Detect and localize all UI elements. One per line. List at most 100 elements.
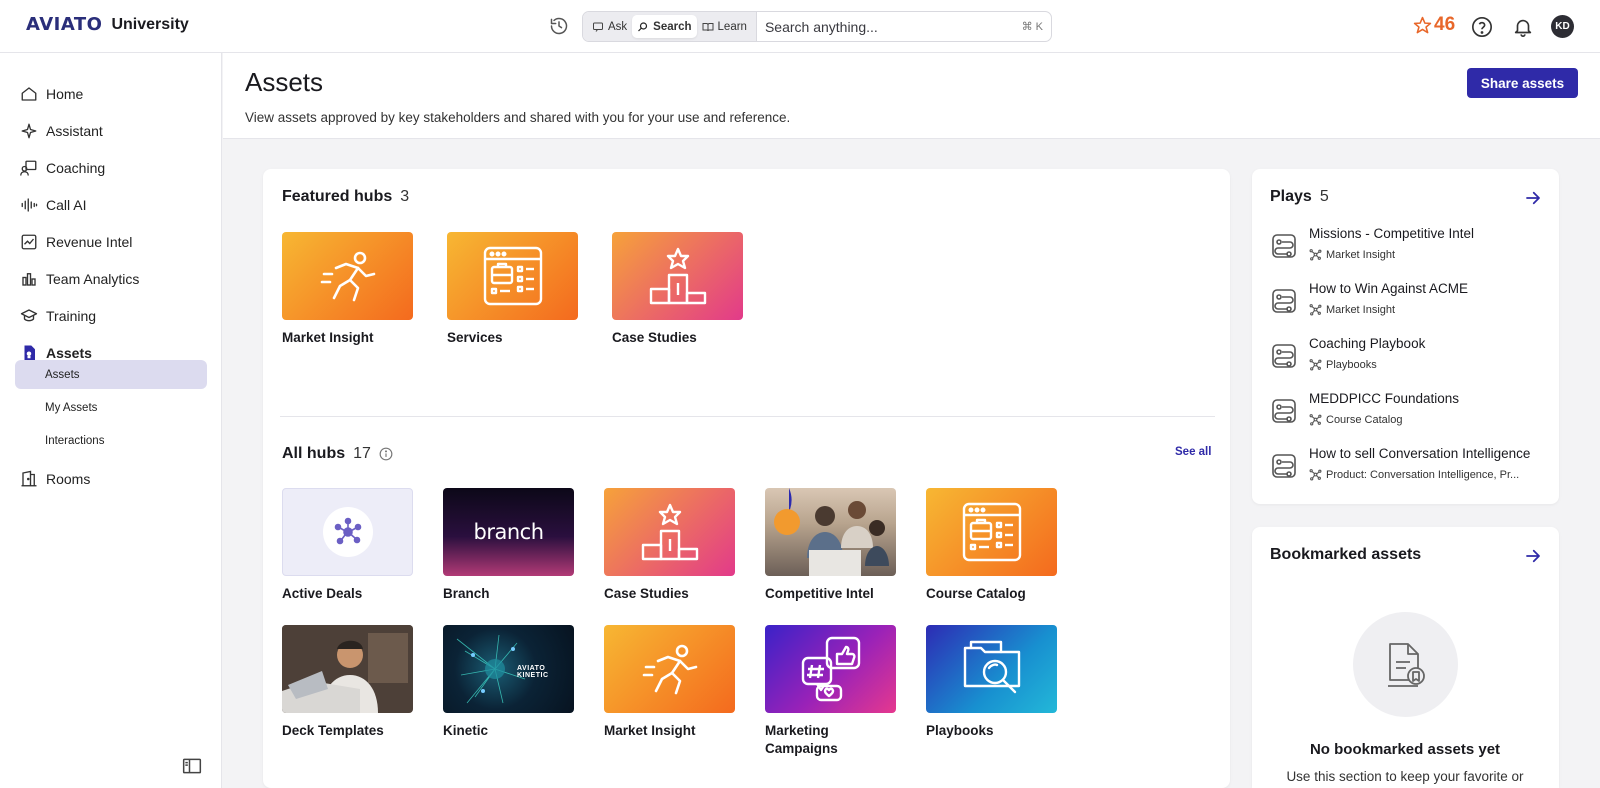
play-item[interactable]: How to Win Against ACME Market Insight xyxy=(1270,281,1540,325)
search-mode-tab[interactable]: Search xyxy=(632,15,697,38)
see-all-hubs-link[interactable]: See all xyxy=(1175,446,1211,458)
all-hubs-count: 17 xyxy=(353,445,371,462)
play-item[interactable]: Missions - Competitive Intel Market Insi… xyxy=(1270,226,1540,270)
hub-thumbnail: AVIATO KINETIC xyxy=(443,625,574,713)
user-avatar[interactable]: KD xyxy=(1551,15,1574,38)
play-hub-label: Product: Conversation Intelligence, Pr..… xyxy=(1326,468,1520,481)
hub-playbooks[interactable]: Playbooks xyxy=(926,625,1057,740)
bar-chart-icon xyxy=(22,273,36,286)
featured-hub-market-insight[interactable]: Market Insight xyxy=(282,232,413,347)
hub-thumbnail-photo xyxy=(282,625,413,713)
sidebar-subitem-interactions[interactable]: Interactions xyxy=(15,426,207,455)
hub-branch[interactable]: branch Branch xyxy=(443,488,574,603)
catalog-board-icon xyxy=(962,502,1021,562)
plays-heading: Plays 5 xyxy=(1270,188,1329,206)
hub-competitive-intel[interactable]: Competitive Intel xyxy=(765,488,896,603)
points-value: 46 xyxy=(1434,14,1456,35)
play-item[interactable]: MEDDPICC Foundations Course Catalog xyxy=(1270,391,1540,435)
global-search: Ask Search Learn ⌘ K xyxy=(582,11,1052,42)
all-hubs-title: All hubs xyxy=(282,445,346,462)
active-deals-badge xyxy=(322,507,373,557)
points-badge[interactable]: 46 xyxy=(1413,14,1455,36)
help-icon[interactable] xyxy=(1471,16,1493,38)
ask-mode-tab[interactable]: Ask xyxy=(587,15,632,38)
hub-active-deals[interactable]: Active Deals xyxy=(282,488,413,603)
hub-thumbnail xyxy=(604,488,735,576)
sidebar-item-rooms[interactable]: Rooms xyxy=(20,467,90,491)
play-hub-label: Market Insight xyxy=(1326,303,1396,316)
sparkle-icon xyxy=(21,123,37,139)
search-input[interactable] xyxy=(756,18,1022,35)
hub-thumbnail xyxy=(765,625,896,713)
play-item[interactable]: Coaching Playbook Playbooks xyxy=(1270,336,1540,380)
empty-state-title: No bookmarked assets yet xyxy=(1309,741,1501,758)
hub-marketing-campaigns[interactable]: Marketing Campaigns xyxy=(765,625,896,758)
hub-case-studies[interactable]: Case Studies xyxy=(604,488,735,603)
sidebar-item-coaching[interactable]: Coaching xyxy=(20,156,105,180)
hub-network-icon xyxy=(1309,304,1322,316)
hub-label: Course Catalog xyxy=(926,586,1026,601)
sidebar-item-label: Team Analytics xyxy=(46,271,140,287)
hub-label: Market Insight xyxy=(604,723,696,738)
hub-thumbnail xyxy=(447,232,578,320)
featured-hub-services[interactable]: Services xyxy=(447,232,578,347)
sidebar-item-label: Home xyxy=(46,86,84,102)
play-title: MEDDPICC Foundations xyxy=(1309,391,1460,406)
info-icon[interactable] xyxy=(379,447,393,461)
sidebar-item-home[interactable]: Home xyxy=(20,82,83,106)
sidebar-item-team-analytics[interactable]: Team Analytics xyxy=(20,267,139,291)
hub-thumbnail-photo xyxy=(765,488,896,576)
sidebar-subitem-assets[interactable]: Assets xyxy=(15,360,207,389)
page-title: Assets xyxy=(245,67,324,97)
hub-course-catalog[interactable]: Course Catalog xyxy=(926,488,1057,603)
play-title: Coaching Playbook xyxy=(1309,336,1426,351)
hub-thumbnail: branch xyxy=(443,488,574,576)
podium-icon xyxy=(641,503,698,561)
hub-network-icon xyxy=(1309,249,1322,261)
waveform-icon xyxy=(21,198,38,212)
social-campaign-icon xyxy=(801,636,860,702)
learn-mode-tab[interactable]: Learn xyxy=(697,15,752,38)
hub-label: Playbooks xyxy=(926,723,994,738)
sidebar-item-label: Training xyxy=(46,308,97,324)
play-icon xyxy=(1272,289,1296,313)
featured-hubs-title: Featured hubs xyxy=(282,188,393,205)
play-item[interactable]: How to sell Conversation Intelligence Pr… xyxy=(1270,446,1540,490)
hub-label: Kinetic xyxy=(443,723,489,738)
hub-label: Marketing Campaigns xyxy=(765,723,838,756)
hub-label: Deck Templates xyxy=(282,723,384,738)
featured-hub-case-studies[interactable]: Case Studies xyxy=(612,232,743,347)
featured-hubs-count: 3 xyxy=(400,188,410,205)
hub-deck-templates[interactable]: Deck Templates xyxy=(282,625,413,740)
document-search-icon xyxy=(963,640,1020,694)
sidebar-subitem-my-assets[interactable]: My Assets xyxy=(15,393,207,422)
rooms-icon xyxy=(21,470,37,487)
share-assets-button[interactable]: Share assets xyxy=(1467,68,1578,98)
chat-icon xyxy=(593,22,603,32)
collapse-sidebar-icon[interactable] xyxy=(182,757,202,775)
hub-network-icon xyxy=(1309,359,1322,371)
hub-label: Branch xyxy=(443,586,490,601)
hub-network-icon xyxy=(1309,469,1322,481)
bell-icon[interactable] xyxy=(1512,16,1534,38)
sidebar-item-label: Assets xyxy=(46,345,92,361)
brand[interactable]: AVIATO University xyxy=(26,14,189,35)
play-hub: Product: Conversation Intelligence, Pr..… xyxy=(1309,468,1541,481)
sidebar-item-training[interactable]: Training xyxy=(20,304,96,328)
sidebar-item-call-ai[interactable]: Call AI xyxy=(20,193,86,217)
hub-market-insight[interactable]: Market Insight xyxy=(604,625,735,740)
play-hub-label: Market Insight xyxy=(1326,248,1396,261)
sidebar-subitem-label: Assets xyxy=(45,368,80,381)
hub-kinetic[interactable]: AVIATO KINETIC Kinetic xyxy=(443,625,574,740)
play-title: Missions - Competitive Intel xyxy=(1309,226,1475,241)
sidebar-subitem-label: My Assets xyxy=(45,401,98,414)
play-title: How to Win Against ACME xyxy=(1309,281,1469,296)
play-icon xyxy=(1272,344,1296,368)
sidebar-item-assistant[interactable]: Assistant xyxy=(20,119,103,143)
bookmarked-arrow-icon[interactable] xyxy=(1524,547,1542,565)
ask-mode-label: Ask xyxy=(608,20,628,33)
history-icon[interactable] xyxy=(549,16,569,36)
learn-mode-label: Learn xyxy=(717,20,747,33)
plays-arrow-icon[interactable] xyxy=(1524,189,1542,207)
sidebar-item-revenue-intel[interactable]: Revenue Intel xyxy=(20,230,132,254)
